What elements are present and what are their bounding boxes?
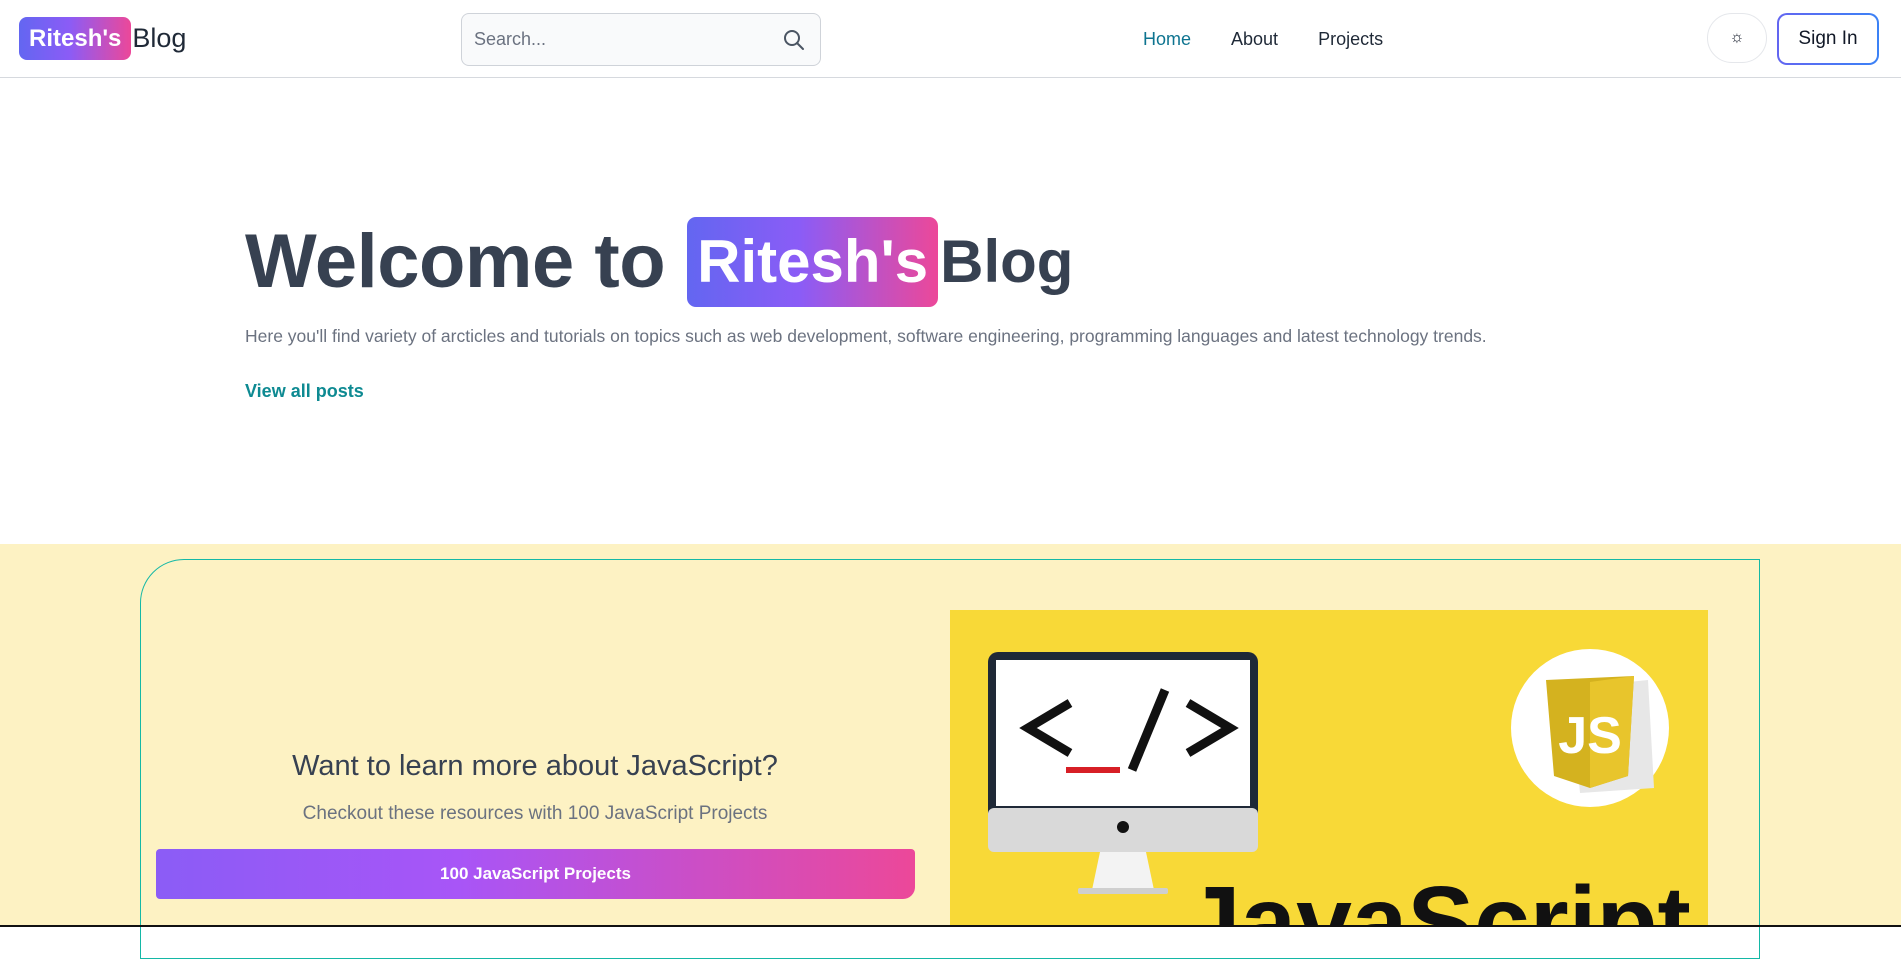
search-icon[interactable]	[782, 28, 806, 52]
site-logo[interactable]: Ritesh's Blog	[19, 17, 186, 60]
nav-home[interactable]: Home	[1143, 24, 1191, 54]
main-nav: Home About Projects	[1143, 24, 1423, 54]
javascript-promo-image: JS JavaScript	[950, 610, 1708, 927]
promo-subtitle: Checkout these resources with 100 JavaSc…	[302, 803, 768, 824]
javascript-projects-button[interactable]: 100 JavaScript Projects	[156, 849, 915, 899]
js-logo-icon: JS	[1511, 649, 1669, 807]
hero-welcome-text: Welcome to	[245, 219, 666, 304]
search-input[interactable]	[462, 14, 820, 65]
svg-text:JS: JS	[1558, 707, 1622, 765]
hero-section: Welcome to Ritesh's Blog Here you'll fin…	[245, 216, 1745, 401]
logo-text: Blog	[132, 23, 187, 53]
top-navbar: Ritesh's Blog Home About Projects ☼ Sign…	[0, 0, 1901, 78]
promo-heading: Want to learn more about JavaScript?	[292, 750, 778, 782]
nav-about[interactable]: About	[1231, 24, 1278, 54]
nav-projects[interactable]: Projects	[1318, 24, 1383, 54]
theme-toggle-button[interactable]: ☼	[1707, 13, 1767, 63]
hero-title: Welcome to Ritesh's Blog	[245, 216, 1745, 308]
view-all-posts-link[interactable]: View all posts	[245, 381, 364, 402]
hero-name-badge: Ritesh's	[687, 217, 939, 307]
logo-badge: Ritesh's	[19, 17, 132, 60]
sun-icon: ☼	[1729, 29, 1745, 46]
hero-blog-text: Blog	[940, 228, 1074, 295]
sign-in-label: Sign In	[1779, 15, 1877, 63]
sign-in-button[interactable]: Sign In	[1777, 13, 1879, 65]
search-box	[461, 13, 821, 66]
hero-subtitle: Here you'll find variety of arcticles an…	[245, 326, 1487, 346]
javascript-caption: JavaScript	[1185, 866, 1691, 927]
